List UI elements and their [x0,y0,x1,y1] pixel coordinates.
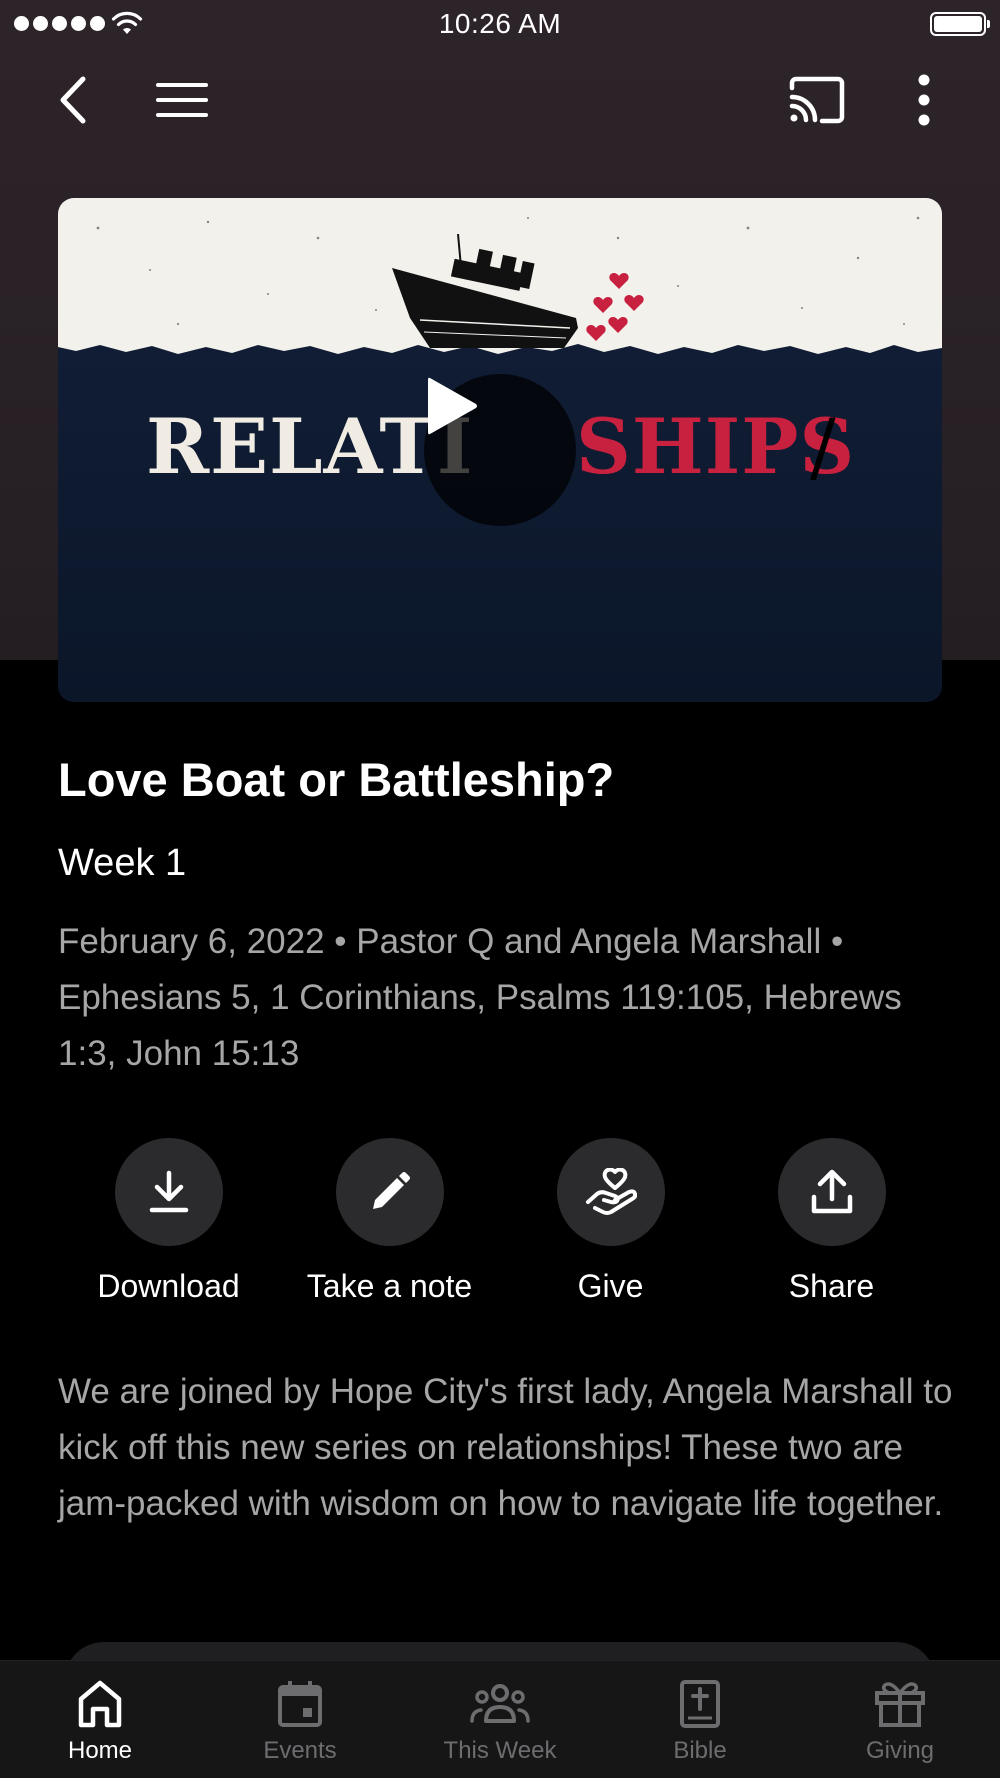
take-note-button[interactable]: Take a note [279,1138,500,1305]
give-label: Give [577,1268,644,1304]
tab-this-week[interactable]: This Week [400,1661,600,1778]
tab-giving[interactable]: Giving [800,1661,1000,1778]
pencil-icon [372,1172,410,1209]
play-button[interactable] [424,374,576,526]
gift-icon [875,1682,925,1727]
share-button-circle[interactable] [777,1138,886,1246]
sermon-meta: February 6, 2022 • Pastor Q and Angela M… [58,922,902,1073]
status-time: 10:26 AM [438,8,562,39]
video-player[interactable]: RELATI SHIPS / [58,198,942,702]
artwork-title-slash: / [810,402,836,491]
sermon-subtitle: Week 1 [58,842,187,884]
calendar-icon [278,1681,322,1727]
back-button[interactable] [44,70,104,130]
cast-icon [789,76,845,124]
share-button[interactable]: Share [721,1138,942,1305]
sermon-description: We are joined by Hope City's first lady,… [58,1372,953,1523]
tab-home-label: Home [67,1737,133,1764]
tab-bible[interactable]: Bible [600,1661,800,1778]
play-icon [428,377,477,435]
tab-home[interactable]: Home [0,1661,200,1778]
action-row: Download Take a note Give Share [58,1138,942,1318]
share-label: Share [788,1268,875,1304]
tab-bar: Home Events This Week Bible Giving [0,1660,1000,1778]
more-options-button[interactable] [894,70,954,130]
tab-giving-label: Giving [865,1737,935,1764]
toolbar [0,60,1000,140]
take-note-button-circle[interactable] [335,1138,444,1246]
tab-events-label: Events [263,1737,337,1764]
take-note-label: Take a note [306,1268,473,1304]
tab-bible-label: Bible [673,1737,727,1764]
share-icon [811,1169,852,1214]
giving-hand-heart-icon [585,1168,637,1215]
download-button[interactable]: Download [58,1138,279,1305]
hamburger-menu-icon [156,83,208,117]
people-icon [470,1684,530,1723]
bible-icon [680,1680,720,1728]
give-button-circle[interactable] [556,1138,665,1246]
chevron-left-icon [60,76,86,124]
home-icon [78,1680,122,1728]
status-bar: 10:26 AM [0,0,1000,50]
download-icon [149,1170,188,1213]
download-label: Download [97,1268,240,1304]
menu-button[interactable] [152,70,212,130]
tab-this-week-label: This Week [443,1737,557,1764]
more-vertical-icon [918,74,930,126]
give-button[interactable]: Give [500,1138,721,1305]
sermon-title: Love Boat or Battleship? [58,753,615,806]
tab-events[interactable]: Events [200,1661,400,1778]
cast-button[interactable] [787,70,847,130]
battery-icon [930,12,990,36]
download-button-circle[interactable] [114,1138,223,1246]
